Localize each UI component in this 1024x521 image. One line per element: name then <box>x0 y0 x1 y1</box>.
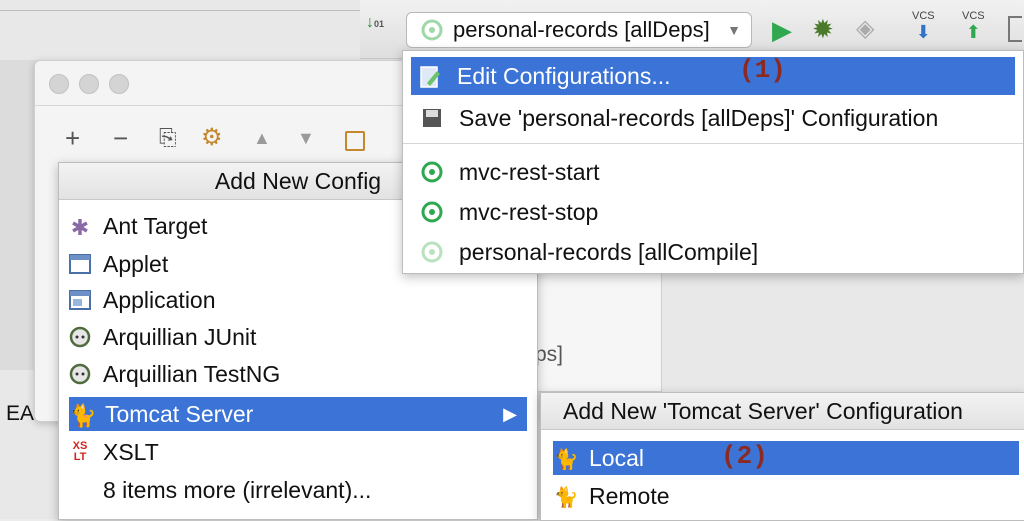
arquillian-icon <box>67 326 93 352</box>
divider <box>403 143 1023 144</box>
arquillian-icon <box>67 363 93 389</box>
menu-item-personal-records-allcompile[interactable]: personal-records [allCompile] <box>413 233 758 271</box>
tomcat-icon: 🐈 <box>553 486 579 509</box>
applet-icon <box>67 253 93 279</box>
menu-item-tomcat-server[interactable]: 🐈 Tomcat Server ▶ <box>69 397 527 431</box>
annotation-label: (2) <box>721 441 768 471</box>
sort-icon[interactable]: ↓01 <box>366 14 384 32</box>
vcs-history-icon[interactable] <box>1008 16 1022 42</box>
gradle-icon <box>419 201 445 227</box>
vcs-update-button[interactable]: VCS ⬇ <box>912 10 935 43</box>
application-icon <box>67 289 93 315</box>
menu-item-more[interactable]: 8 items more (irrelevant)... <box>67 473 563 507</box>
run-configuration-dropdown: Edit Configurations... (1) Save 'persona… <box>402 50 1024 274</box>
edit-defaults-button[interactable]: ⚙ <box>201 125 223 151</box>
xslt-icon: XS LT <box>72 439 88 463</box>
background-panel: ps] <box>535 272 662 392</box>
ant-icon: ✱ <box>70 214 90 240</box>
copy-button[interactable]: ⎘ <box>159 125 177 151</box>
divider <box>0 10 360 11</box>
submenu-arrow-icon: ▶ <box>503 404 517 424</box>
close-window-button[interactable] <box>49 74 69 94</box>
edit-config-icon <box>417 65 443 91</box>
tomcat-icon: 🐈 <box>553 448 579 471</box>
tomcat-server-submenu: Add New 'Tomcat Server' Configuration 🐈 L… <box>540 392 1024 521</box>
save-icon <box>419 107 445 133</box>
folder-icon[interactable] <box>345 131 365 151</box>
menu-item-xslt[interactable]: XS LT XSLT <box>67 435 527 469</box>
zoom-window-button[interactable] <box>109 74 129 94</box>
move-down-button[interactable]: ▼ <box>297 125 315 151</box>
menu-item-mvc-rest-stop[interactable]: mvc-rest-stop <box>413 193 598 231</box>
vcs-commit-button[interactable]: VCS ⬆ <box>962 10 985 43</box>
tomcat-icon: 🐈 <box>69 402 97 428</box>
submenu-item-remote[interactable]: 🐈 Remote <box>553 479 1019 513</box>
minimize-window-button[interactable] <box>79 74 99 94</box>
gradle-icon <box>421 19 443 46</box>
gradle-icon <box>419 241 445 267</box>
menu-item-mvc-rest-start[interactable]: mvc-rest-start <box>413 153 600 191</box>
run-configuration-name: personal-records [allDeps] <box>453 17 710 42</box>
coverage-icon[interactable]: ◈ <box>856 14 874 43</box>
menu-item-application[interactable]: Application <box>67 283 527 317</box>
background-text-fragment: ps] <box>535 343 564 366</box>
submenu-header: Add New 'Tomcat Server' Configuration <box>541 393 1024 430</box>
menu-item-arquillian-testng[interactable]: Arquillian TestNG <box>67 357 527 391</box>
run-icon[interactable]: ▶ <box>772 15 792 46</box>
menu-item-arquillian-junit[interactable]: Arquillian JUnit <box>67 320 527 354</box>
debug-icon[interactable]: ✹ <box>812 14 834 45</box>
remove-button[interactable]: − <box>113 125 128 151</box>
move-up-button[interactable]: ▲ <box>253 125 271 151</box>
menu-item-edit-configurations[interactable]: Edit Configurations... <box>411 57 1015 95</box>
gradle-icon <box>419 161 445 187</box>
run-configuration-selector[interactable]: personal-records [allDeps] ▼ <box>406 12 752 48</box>
add-button[interactable]: + <box>65 125 80 151</box>
menu-item-save-configuration[interactable]: Save 'personal-records [allDeps]' Config… <box>413 99 938 137</box>
submenu-item-local[interactable]: 🐈 Local <box>553 441 1019 475</box>
annotation-label: (1) <box>739 55 786 85</box>
chevron-down-icon: ▼ <box>727 22 741 38</box>
